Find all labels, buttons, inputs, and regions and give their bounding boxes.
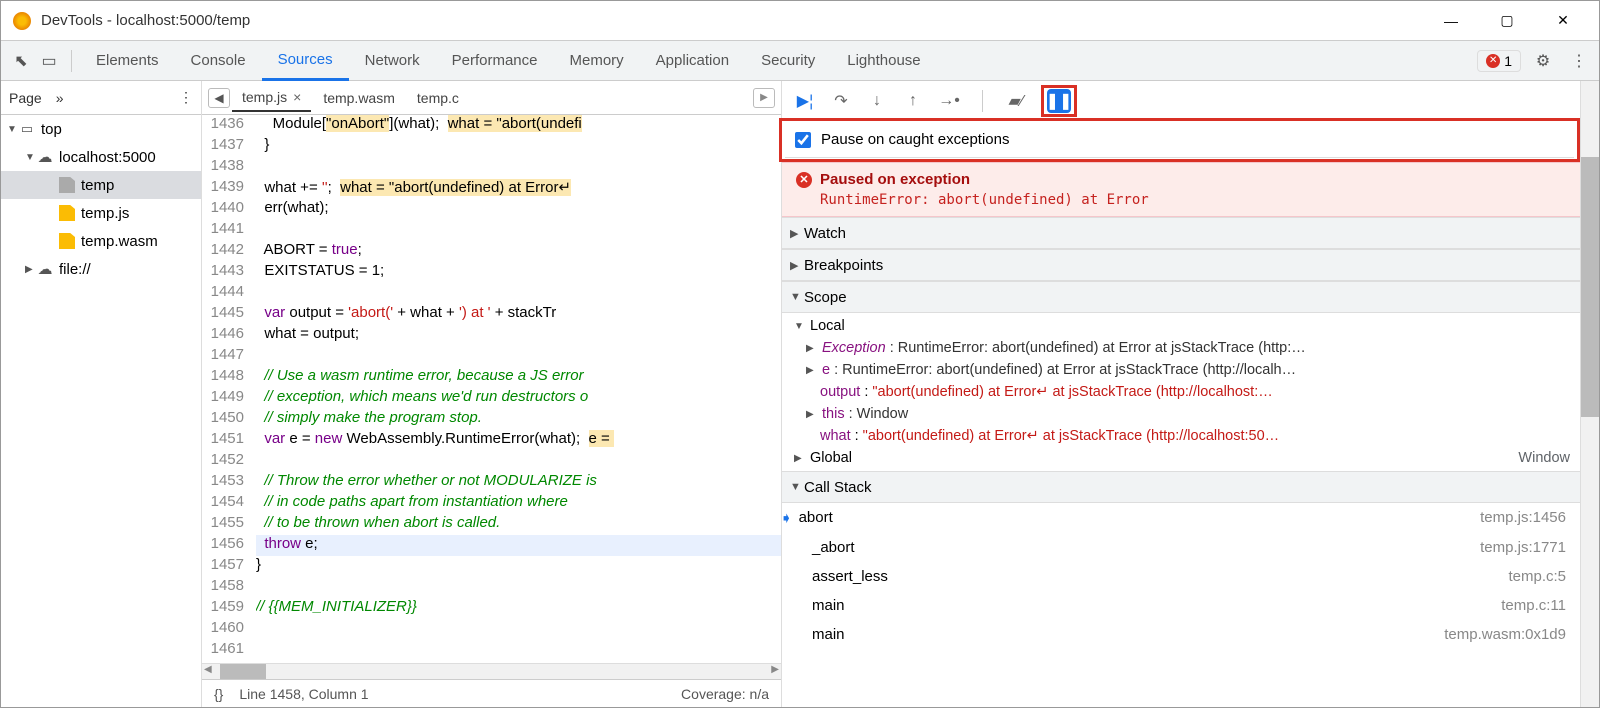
callstack-frame-3[interactable]: maintemp.c:11	[782, 591, 1580, 620]
breakpoints-section[interactable]: ▶Breakpoints	[782, 249, 1580, 281]
tab-application[interactable]: Application	[640, 41, 745, 81]
frame-icon	[19, 121, 35, 137]
tree-file-temp[interactable]: temp	[1, 171, 201, 199]
editor-tab-tempjs[interactable]: temp.js×	[232, 84, 311, 112]
tab-memory[interactable]: Memory	[554, 41, 640, 81]
editor-run-snippet-icon[interactable]: ▶	[753, 88, 775, 108]
callstack-section[interactable]: ▼Call Stack	[782, 471, 1580, 503]
more-menu-icon[interactable]: ⋮	[1565, 47, 1593, 75]
editor-tab-tempwasm[interactable]: temp.wasm	[313, 84, 405, 112]
callstack-frame-4[interactable]: maintemp.wasm:0x1d9	[782, 620, 1580, 649]
error-count: 1	[1504, 53, 1512, 69]
window-title: DevTools - localhost:5000/temp	[41, 12, 1435, 29]
tab-elements[interactable]: Elements	[80, 41, 175, 81]
step-button[interactable]: →•	[938, 90, 960, 112]
tab-network[interactable]: Network	[349, 41, 436, 81]
window-minimize-button[interactable]: —	[1435, 7, 1467, 35]
coverage-status: Coverage: n/a	[681, 686, 769, 702]
dbg-divider	[982, 90, 983, 112]
error-count-badge[interactable]: ✕ 1	[1477, 50, 1521, 72]
editor-tab-tempc[interactable]: temp.c	[407, 84, 469, 112]
editor-horizontal-scrollbar[interactable]: ◀▶	[202, 663, 781, 679]
scope-var-output[interactable]: output: "abort(undefined) at Error↵ at j…	[782, 381, 1580, 403]
tree-host[interactable]: ▼localhost:5000	[1, 143, 201, 171]
tab-sources[interactable]: Sources	[262, 41, 349, 81]
toolbar-divider	[71, 50, 72, 72]
tab-security[interactable]: Security	[745, 41, 831, 81]
device-toolbar-icon[interactable]: ▭	[35, 47, 63, 75]
tab-console[interactable]: Console	[175, 41, 262, 81]
exception-icon: ✕	[796, 172, 812, 188]
script-icon	[59, 233, 75, 249]
error-icon: ✕	[1486, 54, 1500, 68]
inspect-element-icon[interactable]: ⬉	[7, 47, 35, 75]
tab-performance[interactable]: Performance	[436, 41, 554, 81]
deactivate-breakpoints-button[interactable]: ▰⁄	[1005, 90, 1027, 112]
step-into-button[interactable]: ↓	[866, 90, 888, 112]
scope-section[interactable]: ▼Scope	[782, 281, 1580, 313]
tab-lighthouse[interactable]: Lighthouse	[831, 41, 936, 81]
cloud-icon	[37, 261, 53, 277]
pause-exceptions-highlight: ❚❚	[1041, 85, 1077, 117]
pause-on-caught-label: Pause on caught exceptions	[821, 131, 1009, 148]
pretty-print-icon[interactable]: {}	[214, 686, 223, 702]
scope-var-this[interactable]: ▶this: Window	[782, 403, 1580, 425]
pause-on-caught-checkbox[interactable]	[795, 132, 811, 148]
navigator-menu-icon[interactable]: ⋮	[179, 89, 193, 106]
tree-file-scheme[interactable]: ▶file://	[1, 255, 201, 283]
window-close-button[interactable]: ✕	[1547, 7, 1579, 35]
scope-global[interactable]: ▶GlobalWindow	[782, 447, 1580, 469]
scope-var-what[interactable]: what: "abort(undefined) at Error↵ at jsS…	[782, 425, 1580, 447]
settings-gear-icon[interactable]: ⚙	[1529, 47, 1557, 75]
scope-var-exception[interactable]: ▶Exception: RuntimeError: abort(undefine…	[782, 337, 1580, 359]
editor-nav-back-icon[interactable]: ◀	[208, 88, 230, 108]
step-out-button[interactable]: ↑	[902, 90, 924, 112]
tree-file-tempwasm[interactable]: temp.wasm	[1, 227, 201, 255]
exception-title: Paused on exception	[820, 171, 970, 188]
watch-section[interactable]: ▶Watch	[782, 217, 1580, 249]
navigator-more-tabs-icon[interactable]: »	[56, 90, 64, 106]
navigator-page-tab[interactable]: Page	[9, 90, 42, 106]
tree-top[interactable]: ▼top	[1, 115, 201, 143]
document-icon	[59, 177, 75, 193]
callstack-frame-0[interactable]: aborttemp.js:1456	[782, 503, 1580, 533]
step-over-button[interactable]: ↷	[830, 90, 852, 112]
devtools-app-icon	[13, 12, 31, 30]
cloud-icon	[37, 149, 53, 165]
scope-var-e[interactable]: ▶e: RuntimeError: abort(undefined) at Er…	[782, 359, 1580, 381]
code-editor[interactable]: 1436 Module["onAbort"](what); what = "ab…	[202, 115, 781, 663]
pause-on-exceptions-button[interactable]: ❚❚	[1047, 89, 1071, 113]
cursor-position: Line 1458, Column 1	[239, 686, 368, 702]
scope-local[interactable]: ▼Local	[782, 315, 1580, 337]
exception-message: RuntimeError: abort(undefined) at Error	[796, 192, 1566, 208]
callstack-frame-1[interactable]: _aborttemp.js:1771	[782, 533, 1580, 562]
script-icon	[59, 205, 75, 221]
window-maximize-button[interactable]: ▢	[1491, 7, 1523, 35]
close-tab-icon[interactable]: ×	[293, 89, 301, 105]
callstack-frame-2[interactable]: assert_lesstemp.c:5	[782, 562, 1580, 591]
tree-file-tempjs[interactable]: temp.js	[1, 199, 201, 227]
debugger-vertical-scrollbar[interactable]	[1581, 81, 1599, 707]
resume-button[interactable]: ▶¦	[794, 90, 816, 112]
